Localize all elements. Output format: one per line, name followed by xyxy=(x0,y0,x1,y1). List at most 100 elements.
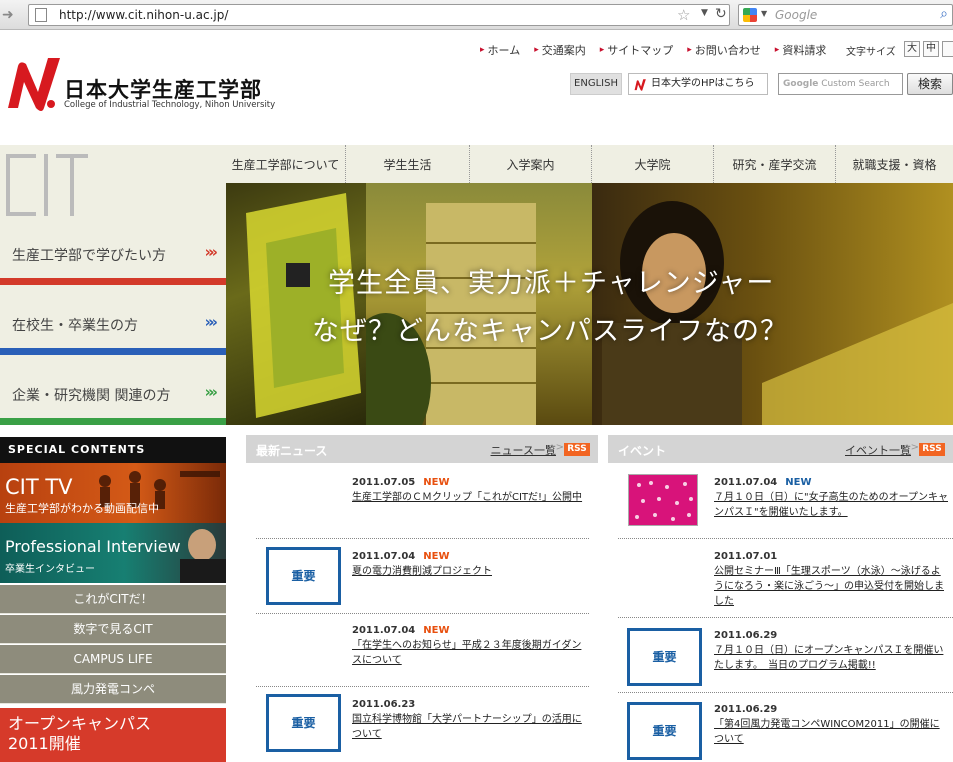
event-link[interactable]: 公開セミナーⅢ「生理スポーツ（水泳）～泳げるようになろう・楽に泳ごう～」の申込受… xyxy=(714,564,948,609)
tab-career[interactable]: 就職支援・資格 xyxy=(836,145,953,183)
nav-request-link[interactable]: 資料請求 xyxy=(775,42,826,58)
tab-graduate-school[interactable]: 大学院 xyxy=(592,145,714,183)
news-item[interactable]: 2011.06.23 国立科学博物館「大学パートナーシップ」の活用について xyxy=(352,697,588,742)
event-date: 2011.06.29 xyxy=(714,630,778,641)
event-item[interactable]: 2011.06.29 「第4回風力発電コンペWINCOM2011」の開催について xyxy=(714,702,948,747)
event-item[interactable]: 2011.07.04 NEW ７月１０日（日）に"女子高生のためのオープンキャンパ… xyxy=(714,475,948,520)
custom-search-input[interactable]: Google Custom Search xyxy=(778,73,903,95)
tab-student-life[interactable]: 学生生活 xyxy=(346,145,470,183)
divider xyxy=(256,613,590,614)
chevron-right-icon: > xyxy=(910,442,919,453)
address-bar[interactable]: http://www.cit.nihon-u.ac.jp/ ☆ ▼ ↻ xyxy=(28,4,730,26)
news-date: 2011.06.23 xyxy=(352,699,416,710)
tab-research[interactable]: 研究・産学交流 xyxy=(714,145,836,183)
rss-icon[interactable]: RSS xyxy=(919,443,945,456)
cit-tv-subtitle: 生産工学部がわかる動画配信中 xyxy=(5,502,159,515)
browser-search-box[interactable]: ▼ Google ⌕ xyxy=(738,4,953,26)
google-icon[interactable] xyxy=(743,8,757,22)
nav-home-link[interactable]: ホーム xyxy=(480,42,521,58)
campus-life-button[interactable]: CAMPUS LIFE xyxy=(0,645,226,674)
english-button[interactable]: ENGLISH xyxy=(570,73,622,95)
audience-label: 在校生・卒業生の方 xyxy=(12,318,138,334)
event-link[interactable]: ７月１０日（日）にオープンキャンパスＩを開催いたします。 当日のプログラム掲載!… xyxy=(714,643,948,673)
new-badge: NEW xyxy=(423,625,450,636)
interview-title: Professional Interview xyxy=(5,537,181,556)
event-date: 2011.07.01 xyxy=(714,551,778,562)
cit-tv-title: CIT TV xyxy=(5,475,73,499)
font-size-small-button[interactable] xyxy=(942,41,953,57)
audience-color-bar xyxy=(0,418,226,425)
audience-color-bar xyxy=(0,348,226,355)
divider xyxy=(618,538,953,539)
browser-toolbar: ➜ http://www.cit.nihon-u.ac.jp/ ☆ ▼ ↻ ▼ … xyxy=(0,0,953,30)
event-link[interactable]: ７月１０日（日）に"女子高生のためのオープンキャンパスＩ"を開催いたします。 xyxy=(714,490,948,520)
bookmark-star-icon[interactable]: ☆ xyxy=(677,6,690,24)
events-header: イベント イベント一覧 > RSS xyxy=(608,435,953,463)
news-date: 2011.07.04 xyxy=(352,625,416,636)
news-list-link[interactable]: ニュース一覧 xyxy=(491,442,556,458)
reload-icon[interactable]: ↻ xyxy=(715,6,727,22)
tab-about[interactable]: 生産工学部について xyxy=(226,145,346,183)
open-campus-line2: 2011開催 xyxy=(8,734,81,753)
cit-tv-banner[interactable]: CIT TV 生産工学部がわかる動画配信中 xyxy=(0,463,226,523)
chevron-down-icon[interactable]: ▼ xyxy=(701,8,708,18)
new-badge: NEW xyxy=(423,477,450,488)
chevron-right-icon: »» xyxy=(204,313,219,331)
nav-contact-link[interactable]: お問い合わせ xyxy=(687,42,761,58)
hero-caption-line2: なぜ？どんなキャンパスライフなの？ xyxy=(312,316,788,347)
news-link[interactable]: 「在学生へのお知らせ」平成２３年度後期ガイダンスについて xyxy=(352,638,588,668)
news-header: 最新ニュース ニュース一覧 > RSS xyxy=(246,435,598,463)
news-item[interactable]: 2011.07.04 NEW 「在学生へのお知らせ」平成２３年度後期ガイダンスにつ… xyxy=(352,623,588,668)
hero-caption-line1: 学生全員、実力派＋チャレンジャー xyxy=(328,268,775,299)
professional-interview-banner[interactable]: Professional Interview 卒業生インタビュー xyxy=(0,523,226,583)
nu-link-label: 日本大学のHPはこちら xyxy=(651,78,755,89)
kore-ga-cit-button[interactable]: これがCITだ！ xyxy=(0,585,226,614)
chevron-down-icon[interactable]: ▼ xyxy=(761,9,767,18)
back-arrow-icon[interactable]: ➜ xyxy=(2,7,18,23)
audience-students-link[interactable]: 在校生・卒業生の方 »» xyxy=(0,285,226,355)
audience-label: 生産工学部で学びたい方 xyxy=(12,248,166,264)
hero-student-image xyxy=(602,201,953,425)
audience-corporate-link[interactable]: 企業・研究機関 関連の方 »» xyxy=(0,355,226,425)
news-link[interactable]: 国立科学博物館「大学パートナーシップ」の活用について xyxy=(352,712,588,742)
nihon-university-link[interactable]: 日本大学のHPはこちら xyxy=(628,73,768,95)
new-badge: NEW xyxy=(785,477,812,488)
google-watermark: Google xyxy=(783,79,819,89)
audience-label: 企業・研究機関 関連の方 xyxy=(12,388,171,404)
font-size-medium-button[interactable]: 中 xyxy=(923,41,939,57)
nav-sitemap-link[interactable]: サイトマップ xyxy=(600,42,673,58)
font-size-large-button[interactable]: 大 xyxy=(904,41,920,57)
rss-icon[interactable]: RSS xyxy=(564,443,590,456)
chevron-right-icon: > xyxy=(555,442,564,453)
open-campus-line1: オープンキャンパス xyxy=(8,714,152,733)
wind-power-contest-button[interactable]: 風力発電コンペ xyxy=(0,675,226,704)
nav-access-link[interactable]: 交通案内 xyxy=(534,42,586,58)
cit-logo-icon[interactable] xyxy=(4,52,62,112)
hero-board-image xyxy=(246,193,361,418)
event-thumbnail-image[interactable] xyxy=(628,474,698,526)
event-flyer-image xyxy=(635,481,693,521)
cit-in-numbers-button[interactable]: 数字で見るCIT xyxy=(0,615,226,644)
events-list-link[interactable]: イベント一覧 xyxy=(845,442,911,458)
event-date: 2011.06.29 xyxy=(714,704,778,715)
divider xyxy=(618,692,953,693)
event-link[interactable]: 「第4回風力発電コンペWINCOM2011」の開催について xyxy=(714,717,948,747)
news-link[interactable]: 夏の電力消費削減プロジェクト xyxy=(352,564,592,579)
hero-banner[interactable]: 学生全員、実力派＋チャレンジャー なぜ？どんなキャンパスライフなの？ xyxy=(226,183,953,425)
open-campus-banner[interactable]: オープンキャンパス 2011開催 xyxy=(0,708,226,762)
divider xyxy=(256,538,590,539)
news-item[interactable]: 2011.07.04 NEW 夏の電力消費削減プロジェクト xyxy=(352,549,592,579)
search-icon[interactable]: ⌕ xyxy=(940,6,948,22)
event-item[interactable]: 2011.07.01 公開セミナーⅢ「生理スポーツ（水泳）～泳げるようになろう・… xyxy=(714,549,948,609)
search-button[interactable]: 検索 xyxy=(907,73,953,95)
event-item[interactable]: 2011.06.29 ７月１０日（日）にオープンキャンパスＩを開催いたします。 … xyxy=(714,628,948,673)
hero-building-image xyxy=(341,203,536,425)
news-item[interactable]: 2011.07.05 NEW 生産工学部のＣＭクリップ「これがCITだ!」公開中 xyxy=(352,475,592,505)
audience-prospective-link[interactable]: 生産工学部で学びたい方 »» xyxy=(0,215,226,285)
tab-admissions[interactable]: 入学案内 xyxy=(470,145,592,183)
utility-nav: ホーム 交通案内 サイトマップ お問い合わせ 資料請求 xyxy=(480,42,827,58)
events-title: イベント xyxy=(618,444,667,458)
hero-photo-panel xyxy=(226,183,366,425)
important-badge: 重要 xyxy=(627,702,702,760)
news-link[interactable]: 生産工学部のＣＭクリップ「これがCITだ!」公開中 xyxy=(352,490,592,505)
